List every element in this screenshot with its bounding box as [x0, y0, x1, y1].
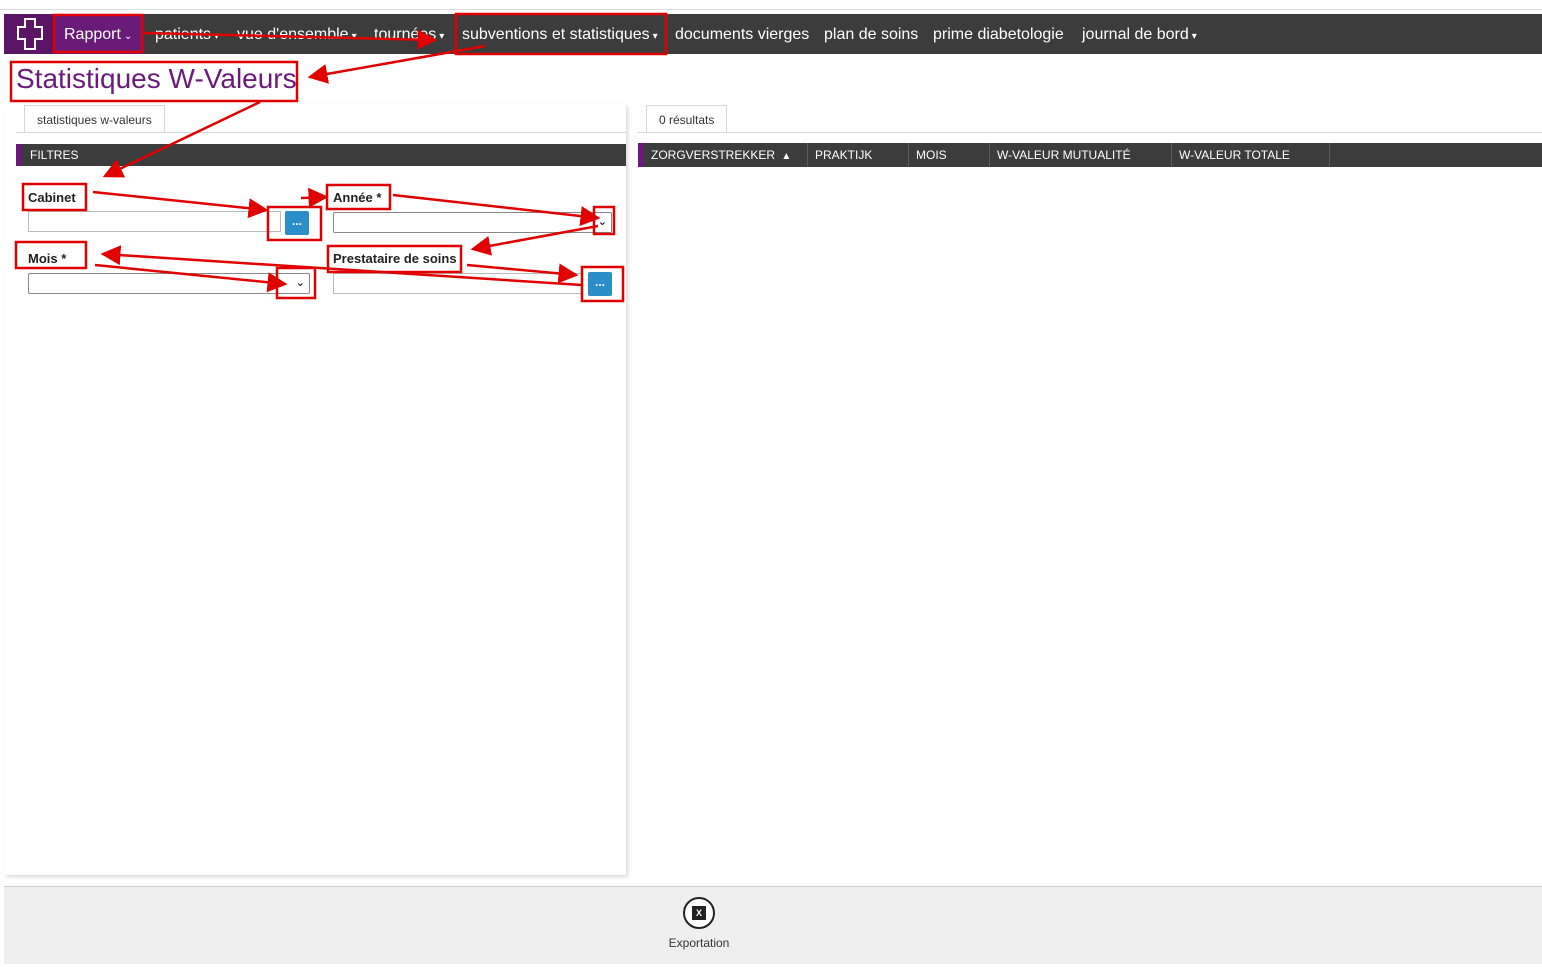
chevron-down-icon: ⌄: [295, 277, 305, 289]
caret-down-icon: ▾: [1191, 31, 1197, 42]
nav-tournees-label: tournées: [374, 26, 437, 43]
tab-statistiques-w-valeurs[interactable]: statistiques w-valeurs: [24, 105, 165, 133]
nav-vue-ensemble[interactable]: vue d'ensemble ▾: [237, 14, 357, 54]
chevron-down-icon: ⌄: [597, 216, 607, 228]
nav-journal-label: journal de bord: [1082, 26, 1189, 43]
nav-rapport[interactable]: Rapport ⌄: [54, 14, 144, 54]
tab-divider: [16, 132, 626, 133]
nav-subventions-label: subventions et statistiques: [462, 26, 650, 43]
sort-ascending-icon: ▲: [781, 151, 792, 162]
nav-prime-label: prime diabetologie: [933, 26, 1064, 43]
mois-select[interactable]: ⌄: [28, 273, 310, 294]
chevron-down-icon: ⌄: [123, 31, 133, 42]
cabinet-input[interactable]: [28, 211, 281, 232]
nav-prime-diabetologie[interactable]: prime diabetologie: [933, 14, 1064, 54]
nav-journal-de-bord[interactable]: journal de bord ▾: [1082, 14, 1197, 54]
footer-toolbar: X Exportation: [4, 886, 1542, 964]
column-w-valeur-totale[interactable]: W-VALEUR TOTALE: [1172, 143, 1330, 167]
excel-icon-glyph: X: [692, 906, 706, 920]
results-grid-header: ZORGVERSTREKKER ▲ PRAKTIJK MOIS W-VALEUR…: [638, 143, 1542, 167]
annee-select[interactable]: ⌄: [333, 212, 612, 233]
nav-rapport-label: Rapport: [64, 26, 121, 43]
nav-plan-label: plan de soins: [824, 26, 919, 43]
nav-tournees[interactable]: tournées ▾: [374, 14, 444, 54]
nav-documents-vierges[interactable]: documents vierges: [675, 14, 809, 54]
cabinet-label: Cabinet: [28, 190, 76, 205]
browser-toolbar: [0, 0, 1542, 10]
results-tab-divider: [638, 132, 1542, 133]
prestataire-input[interactable]: [333, 273, 583, 294]
caret-down-icon: ▾: [652, 31, 658, 42]
column-mois-label: MOIS: [916, 148, 947, 162]
column-zorgverstrekker-label: ZORGVERSTREKKER: [651, 148, 776, 162]
column-mois[interactable]: MOIS: [909, 143, 990, 167]
main-navbar: Rapport ⌄ patients ▾ vue d'ensemble ▾ tourn…: [4, 14, 1542, 54]
nav-vue-ensemble-label: vue d'ensemble: [237, 26, 349, 43]
nav-patients-label: patients: [155, 26, 212, 43]
annee-label: Année *: [333, 190, 382, 205]
excel-icon[interactable]: X: [683, 897, 715, 929]
nav-patients[interactable]: patients ▾: [155, 14, 219, 54]
cross-logo-icon: [17, 18, 43, 50]
tab-resultats[interactable]: 0 résultats: [646, 105, 728, 133]
column-praktijk[interactable]: PRAKTIJK: [808, 143, 909, 167]
column-w-valeur-totale-label: W-VALEUR TOTALE: [1179, 148, 1290, 162]
mois-label: Mois *: [28, 251, 67, 266]
column-w-valeur-mutualite[interactable]: W-VALEUR MUTUALITÉ: [990, 143, 1172, 167]
nav-documents-label: documents vierges: [675, 26, 810, 43]
cabinet-browse-button[interactable]: ...: [285, 211, 309, 235]
column-praktijk-label: PRAKTIJK: [815, 148, 873, 162]
app-logo[interactable]: [4, 14, 54, 54]
caret-down-icon: ▾: [214, 31, 220, 42]
export-label[interactable]: Exportation: [654, 936, 744, 950]
caret-down-icon: ▾: [439, 31, 445, 42]
column-w-valeur-mutualite-label: W-VALEUR MUTUALITÉ: [997, 148, 1131, 162]
caret-down-icon: ▾: [351, 31, 357, 42]
nav-subventions-statistiques[interactable]: subventions et statistiques ▾: [462, 14, 658, 54]
prestataire-browse-button[interactable]: ...: [588, 272, 612, 296]
filters-section-header: FILTRES: [16, 144, 626, 166]
column-zorgverstrekker[interactable]: ZORGVERSTREKKER ▲: [644, 143, 808, 167]
prestataire-label: Prestataire de soins: [333, 251, 457, 266]
nav-plan-de-soins[interactable]: plan de soins: [824, 14, 918, 54]
page-title: Statistiques W-Valeurs: [16, 63, 297, 94]
